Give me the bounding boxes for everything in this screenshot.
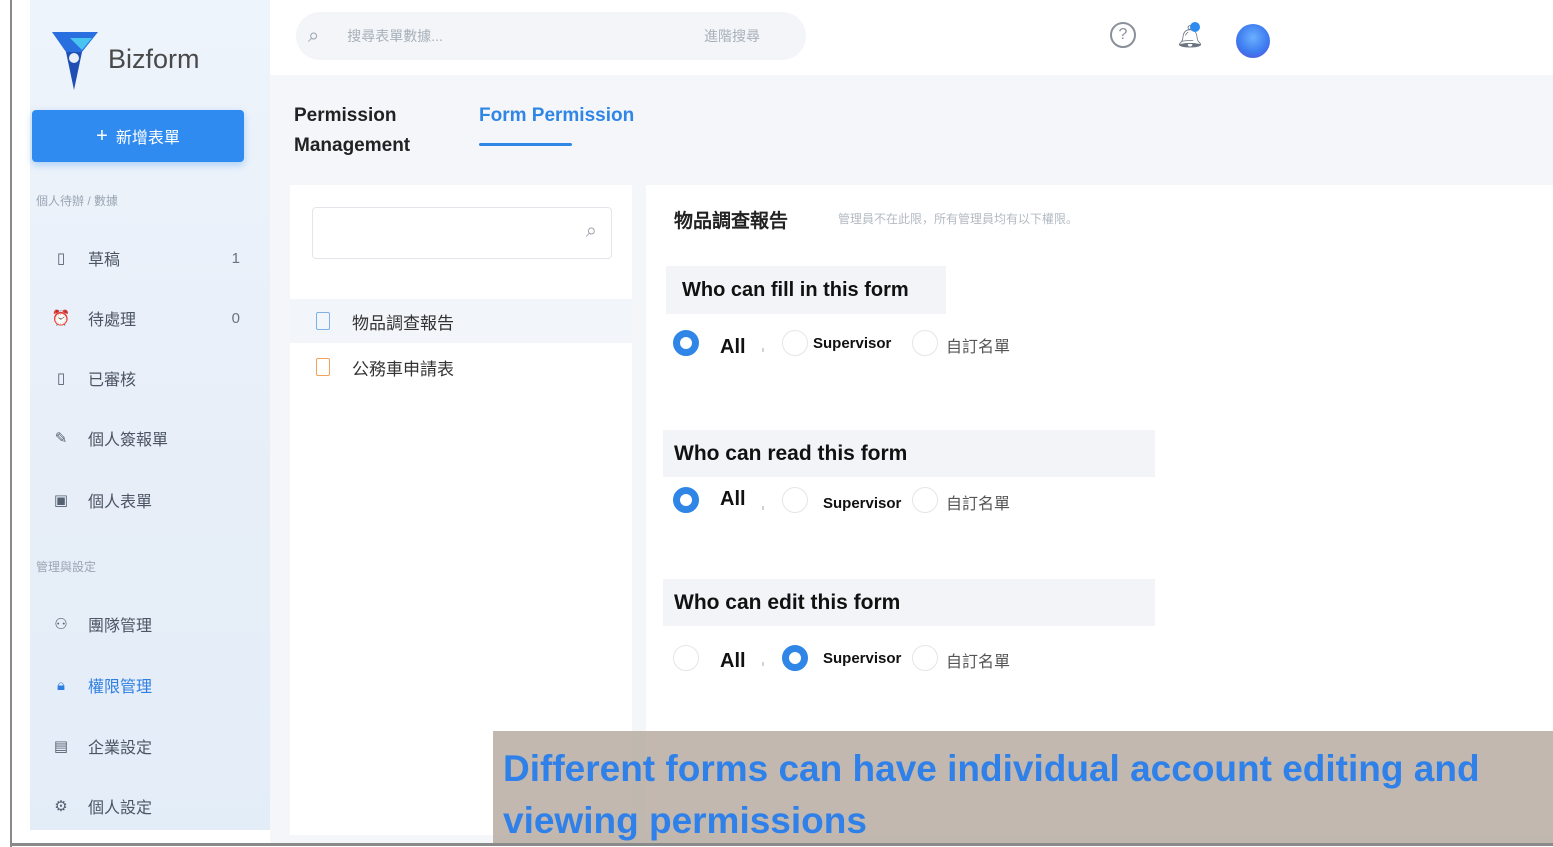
- sidebar-item-label: 權限管理: [88, 679, 153, 696]
- app-name: Bizform: [108, 44, 200, 74]
- top-bar: ⌕ 搜尋表單數據... 進階搜尋: [270, 0, 1553, 75]
- sidebar-item-label: 個人表單: [88, 494, 153, 511]
- personal-form-icon: ▣: [53, 492, 69, 509]
- sidebar-item-permissions[interactable]: 🔒︎ 權限管理: [36, 665, 246, 705]
- sidebar-item-label: 企業設定: [88, 740, 153, 757]
- option-all-label: All: [720, 650, 746, 672]
- form-doc-icon: [316, 358, 330, 376]
- sidebar-item-personal-forms[interactable]: ▣ 個人表單: [36, 480, 246, 520]
- separator: [762, 348, 764, 352]
- frame-left-border: [10, 0, 12, 847]
- settings-icon: ⚙: [54, 798, 68, 815]
- sidebar-item-company[interactable]: ▤ 企業設定: [36, 726, 246, 766]
- sidebar-item-team[interactable]: ⚇ 團隊管理: [36, 604, 246, 644]
- section-label-personal: 個人待辦 / 數據: [36, 194, 119, 208]
- sidebar-item-drafts[interactable]: ▯ 草稿 1: [36, 238, 246, 278]
- search-icon: ⌕: [308, 24, 320, 47]
- bizform-logo-icon: [52, 32, 98, 90]
- form-list-item[interactable]: 物品調查報告: [290, 299, 632, 343]
- option-supervisor-label: Supervisor: [823, 650, 902, 667]
- sidebar-item-label: 團隊管理: [88, 618, 153, 635]
- sidebar-item-label: 個人簽報單: [88, 432, 169, 449]
- sidebar-item-count: 1: [231, 249, 240, 267]
- advanced-search-link[interactable]: 進階搜尋: [704, 26, 760, 46]
- avatar[interactable]: [1236, 24, 1270, 58]
- radio-edit-custom[interactable]: [912, 645, 938, 671]
- radio-fill-all[interactable]: [673, 330, 699, 356]
- form-search-input[interactable]: ⌕: [312, 207, 612, 259]
- search-placeholder: 搜尋表單數據...: [347, 28, 443, 44]
- global-search[interactable]: ⌕ 搜尋表單數據... 進階搜尋: [296, 12, 806, 60]
- option-custom-label: 自訂名單: [946, 339, 1011, 356]
- new-form-button[interactable]: + 新增表單: [32, 110, 244, 162]
- plus-icon: +: [96, 125, 108, 147]
- sidebar-item-label: 待處理: [88, 312, 137, 329]
- section-label-admin: 管理與設定: [36, 560, 97, 574]
- notification-dot: [1190, 22, 1200, 32]
- sidebar-item-label: 草稿: [88, 252, 121, 269]
- question-edit-label: Who can edit this form: [663, 579, 1155, 626]
- app-logo[interactable]: Bizform: [52, 24, 242, 94]
- option-supervisor-label: Supervisor: [823, 495, 902, 512]
- sidebar-item-label: 個人設定: [88, 800, 153, 817]
- search-icon: ⌕: [585, 220, 597, 242]
- form-list-item-label: 公務車申請表: [352, 359, 454, 379]
- team-icon: ⚇: [54, 616, 68, 633]
- question-read-label: Who can read this form: [663, 430, 1155, 477]
- separator: [762, 506, 764, 510]
- radio-read-supervisor[interactable]: [782, 487, 808, 513]
- help-icon[interactable]: ?: [1110, 22, 1136, 48]
- radio-edit-supervisor[interactable]: [782, 645, 808, 671]
- sidebar-item-pending[interactable]: ⏰ 待處理 0: [36, 298, 246, 338]
- radio-fill-supervisor[interactable]: [782, 330, 808, 356]
- alarm-clock-icon: ⏰: [51, 310, 71, 327]
- caption-banner: Different forms can have individual acco…: [493, 731, 1553, 843]
- form-list-item-label: 物品調查報告: [352, 313, 454, 333]
- sidebar-item-count: 0: [231, 309, 240, 327]
- active-tab-indicator: [479, 143, 572, 146]
- reviewed-doc-icon: ▯: [56, 370, 66, 387]
- option-all-label: All: [720, 336, 746, 358]
- tab-permission-management[interactable]: Permission Management: [294, 101, 454, 161]
- radio-edit-all[interactable]: [673, 645, 699, 671]
- option-supervisor-label: Supervisor: [813, 335, 892, 352]
- sidebar: Bizform + 新增表單 個人待辦 / 數據 ▯ 草稿 1 ⏰ 待處理 0 …: [30, 0, 270, 830]
- new-form-button-label: 新增表單: [115, 130, 180, 147]
- option-all-label: All: [720, 488, 746, 510]
- radio-read-all[interactable]: [673, 487, 699, 513]
- radio-read-custom[interactable]: [912, 487, 938, 513]
- sign-doc-icon: ✎: [54, 430, 68, 447]
- lock-icon: 🔒︎: [57, 676, 65, 694]
- form-title: 物品調查報告: [674, 211, 789, 232]
- question-fill-label: Who can fill in this form: [666, 266, 946, 314]
- option-custom-label: 自訂名單: [946, 654, 1011, 671]
- draft-doc-icon: ▯: [56, 250, 66, 267]
- sidebar-item-personal-settings[interactable]: ⚙ 個人設定: [36, 786, 246, 826]
- frame-bottom-border: [10, 843, 1553, 846]
- sidebar-item-personal-sign[interactable]: ✎ 個人簽報單: [36, 418, 246, 458]
- form-list-item[interactable]: 公務車申請表: [290, 345, 632, 389]
- building-icon: ▤: [53, 738, 69, 755]
- caption-text: Different forms can have individual acco…: [503, 748, 1480, 841]
- radio-fill-custom[interactable]: [912, 330, 938, 356]
- form-doc-icon: [316, 312, 330, 330]
- sidebar-item-reviewed[interactable]: ▯ 已審核: [36, 358, 246, 398]
- option-custom-label: 自訂名單: [946, 496, 1011, 513]
- separator: [762, 662, 764, 666]
- sidebar-item-label: 已審核: [88, 372, 137, 389]
- tab-form-permission[interactable]: Form Permission: [479, 101, 634, 131]
- admin-note: 管理員不在此限，所有管理員均有以下權限。: [838, 212, 1079, 226]
